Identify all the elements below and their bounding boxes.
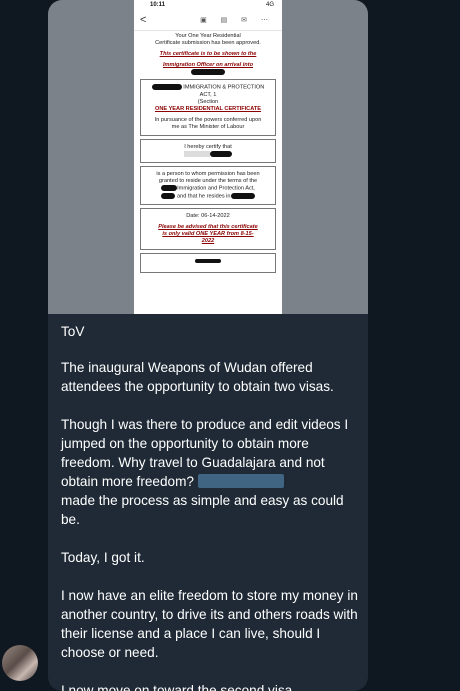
- doc-certify-box: I hereby certify that: [140, 138, 276, 164]
- message-paragraph: I now move on toward the second visa.: [61, 683, 296, 691]
- status-network: 4G: [265, 2, 274, 8]
- doc-line: is a person to whom permission has been: [156, 171, 260, 178]
- doc-act-2: ACT, 1: [199, 91, 217, 98]
- phone-status-bar: 10:11 4G: [134, 0, 282, 12]
- message-bubble[interactable]: 10:11 4G < ▣ ▤ ✉ ⋯ Your One Year Residen…: [48, 0, 368, 691]
- message-photo[interactable]: 10:11 4G < ▣ ▤ ✉ ⋯ Your One Year Residen…: [48, 0, 368, 314]
- message-paragraph: The inaugural Weapons of Wudan offered a…: [61, 360, 334, 394]
- doc-cert-title: ONE YEAR RESIDENTIAL CERTIFICATE: [155, 105, 261, 112]
- doc-notice: Immigration Officer on arrival into: [162, 62, 254, 68]
- doc-date: Date: 06-14-2022: [186, 213, 230, 220]
- redaction: [151, 84, 182, 91]
- message-text: ToV The inaugural Weapons of Wudan offer…: [61, 322, 361, 691]
- doc-line: Your One Year Residential: [175, 33, 241, 39]
- doc-line: In pursuance of the powers conferred upo…: [154, 116, 262, 123]
- toolbar-icons: ▣ ▤ ✉ ⋯: [200, 17, 274, 24]
- doc-line: granted to reside under the terms of the: [158, 178, 258, 185]
- doc-notice: Please be advised that this certificate: [158, 224, 258, 231]
- doc-header-box: IMMIGRATION & PROTECTION ACT, 1 (Section…: [140, 79, 276, 136]
- sender-avatar[interactable]: [2, 645, 38, 681]
- doc-notice: is only valid ONE YEAR from 8-15-: [162, 231, 254, 238]
- message-paragraph: I now have an elite freedom to store my …: [61, 588, 358, 660]
- redaction: [230, 192, 255, 199]
- redaction: [161, 185, 178, 192]
- doc-notice: 2022: [201, 238, 215, 245]
- doc-date-box: Date: 06-14-2022 Please be advised that …: [140, 208, 276, 251]
- doc-line: and that he resides in: [177, 193, 231, 200]
- email-toolbar: < ▣ ▤ ✉ ⋯: [134, 12, 282, 31]
- doc-permission-box: is a person to whom permission has been …: [140, 166, 276, 206]
- doc-line: I hereby certify that: [184, 143, 232, 150]
- redaction: [191, 69, 225, 75]
- redaction: [195, 258, 221, 263]
- doc-line: Certificate submission has been approved…: [155, 40, 261, 46]
- mention-link[interactable]: [197, 474, 284, 488]
- message-paragraph: made the process as simple and easy as c…: [61, 493, 344, 527]
- certificate-document: Your One Year Residential Certificate su…: [134, 31, 282, 275]
- message-author[interactable]: ToV: [61, 322, 361, 341]
- doc-line: Immigration and Protection Act,: [177, 185, 255, 192]
- doc-act: IMMIGRATION & PROTECTION: [183, 84, 265, 91]
- status-time: 10:11: [150, 2, 166, 8]
- message-paragraph-with-mention: Though I was there to produce and edit v…: [61, 415, 361, 491]
- doc-section: (Section: [197, 98, 219, 105]
- back-icon: <: [140, 14, 147, 26]
- doc-notice: This certificate is to be shown to the: [159, 51, 257, 57]
- redaction: [210, 150, 232, 157]
- blurred-name: [184, 150, 210, 157]
- phone-screenshot: 10:11 4G < ▣ ▤ ✉ ⋯ Your One Year Residen…: [134, 0, 282, 314]
- message-paragraph: Today, I got it.: [61, 550, 145, 565]
- doc-line: me as The Minister of Labour: [171, 123, 245, 130]
- redaction: [161, 192, 176, 199]
- doc-signature-box: [140, 253, 276, 274]
